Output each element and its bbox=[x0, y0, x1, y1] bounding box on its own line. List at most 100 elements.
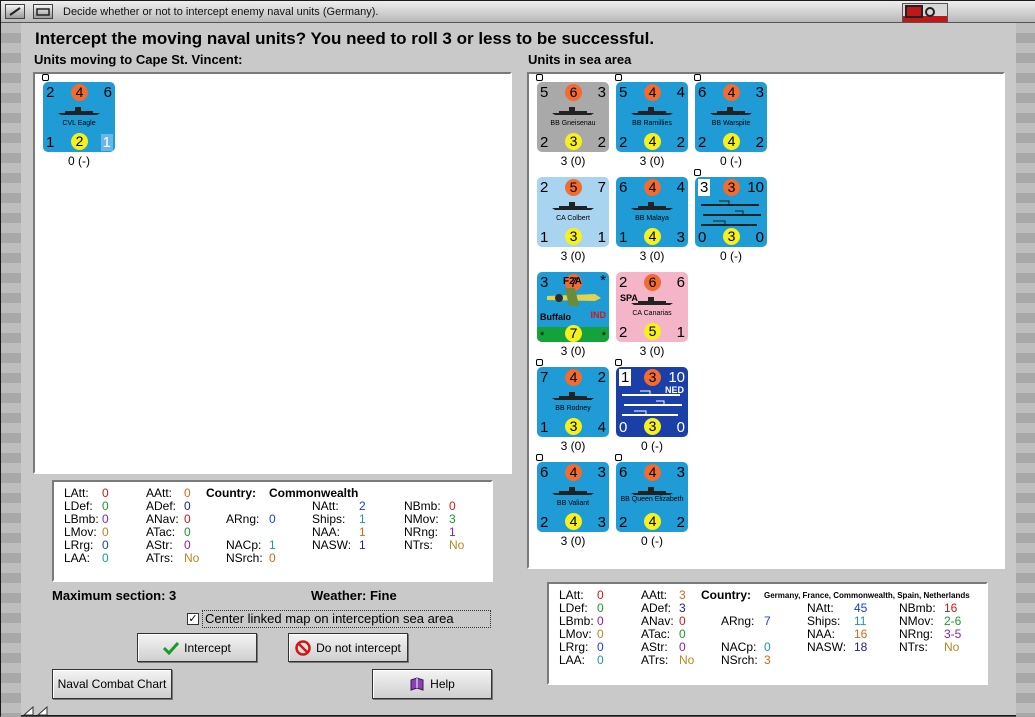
stat-value: 3 bbox=[679, 601, 686, 615]
stat-label: NBmb: bbox=[404, 499, 441, 513]
country-value: Germany, France, Commonwealth, Spain, Ne… bbox=[764, 591, 970, 600]
stat-value: 0 bbox=[597, 614, 604, 628]
stat-value: 0 bbox=[269, 551, 276, 565]
unit-counter[interactable]: 6 4 3 BB Queen Elizabeth 2 4 2 bbox=[615, 454, 688, 532]
scroll-left-icon[interactable] bbox=[23, 706, 34, 716]
stat-value: 0 bbox=[102, 499, 109, 513]
unit-counter[interactable]: 1 3 10 NED 0 3 0 bbox=[615, 359, 688, 437]
stat-value: 0 bbox=[269, 512, 276, 526]
stat-label: NRng: bbox=[404, 525, 439, 539]
ship-icon bbox=[710, 107, 752, 115]
naval-combat-chart-button[interactable]: Naval Combat Chart bbox=[52, 669, 172, 699]
plane-icon bbox=[547, 288, 601, 306]
flag-icon bbox=[536, 454, 543, 461]
stat-value: 0 bbox=[449, 499, 456, 513]
stat-value: No bbox=[679, 653, 695, 667]
unit-counter[interactable]: 6 4 4 BB Malaya 1 4 3 bbox=[616, 177, 688, 247]
window-title: Decide whether or not to intercept enemy… bbox=[63, 6, 379, 18]
stat-value: 0 bbox=[764, 640, 771, 654]
unit-count: 3 (0) bbox=[639, 249, 665, 263]
unit-count: 3 (0) bbox=[560, 154, 586, 168]
unit-counter[interactable]: 6 4 3 BB Valiant 2 4 3 bbox=[536, 454, 609, 532]
unit-counter[interactable]: 2 5 7 CA Colbert 1 3 1 bbox=[537, 177, 609, 247]
unit-counter[interactable]: 6 4 3 BB Warspite 2 4 2 bbox=[694, 74, 767, 152]
do-not-intercept-button[interactable]: Do not intercept bbox=[288, 633, 408, 662]
minimize-button[interactable] bbox=[5, 4, 25, 19]
stat-value: 0 bbox=[102, 525, 109, 539]
stat-value: 0 bbox=[597, 627, 604, 641]
stat-value: 1 bbox=[359, 525, 366, 539]
prompt-heading: Intercept the moving naval units? You ne… bbox=[35, 29, 655, 48]
flag-icon bbox=[615, 454, 622, 461]
enemy-stats-panel: LAtt: 0 LDef: 0 LBmb: 0 LMov: 0 LRrg: 0 LAA: 0 AAtt:… bbox=[547, 582, 988, 685]
arrow-icon bbox=[9, 7, 21, 16]
stat-label: NAtt: bbox=[807, 601, 834, 615]
center-map-checkbox[interactable]: ✓ bbox=[187, 613, 199, 625]
stat-value: 45 bbox=[854, 601, 868, 615]
stat-label: LAA: bbox=[559, 653, 586, 667]
stat-value: 0 bbox=[597, 653, 604, 667]
stat-value: 0 bbox=[102, 512, 109, 526]
unit-counter[interactable]: 2 6 6 SPA CA Canarias 2 5 1 bbox=[616, 272, 688, 342]
stat-label: LRrg: bbox=[559, 640, 589, 654]
dialog-window: Decide whether or not to intercept enemy… bbox=[0, 0, 1035, 717]
stat-value: 0 bbox=[184, 512, 191, 526]
flag-icon bbox=[536, 359, 543, 366]
flag-icon bbox=[536, 74, 543, 81]
stat-value: No bbox=[184, 551, 200, 565]
stat-label: ADef: bbox=[641, 601, 672, 615]
stat-value: 1 bbox=[359, 538, 366, 552]
stat-label: Ships: bbox=[807, 614, 841, 628]
fleet-icon bbox=[701, 200, 761, 226]
unit-count: 3 (0) bbox=[560, 534, 586, 548]
ship-icon bbox=[631, 107, 673, 115]
stat-label: NBmb: bbox=[899, 601, 936, 615]
help-button[interactable]: Help bbox=[372, 669, 492, 699]
stat-value: No bbox=[449, 538, 465, 552]
title-bar: Decide whether or not to intercept enemy… bbox=[1, 1, 1035, 23]
stat-label: LDef: bbox=[64, 499, 93, 513]
stat-label: NAtt: bbox=[312, 499, 339, 513]
center-map-label[interactable]: Center linked map on interception sea ar… bbox=[202, 610, 491, 628]
stat-label: NMov: bbox=[899, 614, 934, 628]
stat-value: 3 bbox=[679, 588, 686, 602]
unit-counter[interactable]: 5 6 3 BB Gneisenau 2 3 2 bbox=[536, 74, 609, 152]
stat-label: ATac: bbox=[146, 525, 176, 539]
unit-counter[interactable]: 2 4 6 CVL Eagle 1 2 1 bbox=[42, 74, 115, 152]
stat-label: ATrs: bbox=[641, 653, 669, 667]
right-frame bbox=[1016, 23, 1035, 717]
unit-count: 0 (-) bbox=[68, 154, 90, 168]
unit-counter[interactable]: 3 7 * F2A Buffalo IND * 7 * bbox=[537, 272, 609, 342]
stat-label: LBmb: bbox=[559, 614, 594, 628]
moving-units-label: Units moving to Cape St. Vincent: bbox=[34, 52, 243, 67]
stat-label: ARng: bbox=[721, 614, 755, 628]
restore-button[interactable] bbox=[33, 4, 53, 19]
scroll-right-icon[interactable] bbox=[37, 706, 48, 716]
stat-value: 0 bbox=[102, 538, 109, 552]
weather-label: Weather: Fine bbox=[311, 588, 397, 603]
unit-count: 3 (0) bbox=[560, 249, 586, 263]
window-icon bbox=[36, 8, 50, 16]
ship-icon bbox=[631, 297, 673, 305]
stat-label: NASW: bbox=[312, 538, 352, 552]
stat-value: 0 bbox=[184, 525, 191, 539]
unit-counter[interactable]: 3 3 10 0 3 0 bbox=[694, 169, 767, 247]
stat-label: NSrch: bbox=[226, 551, 263, 565]
stat-label: ANav: bbox=[146, 512, 179, 526]
unit-counter[interactable]: 5 4 4 BB Ramillies 2 4 2 bbox=[615, 74, 688, 152]
unit-count: 0 (-) bbox=[720, 154, 742, 168]
stat-value: 0 bbox=[597, 640, 604, 654]
ship-icon bbox=[552, 107, 594, 115]
unit-count: 3 (0) bbox=[560, 344, 586, 358]
stat-label: NRng: bbox=[899, 627, 934, 641]
unit-counter[interactable]: 7 4 2 BB Rodney 1 3 4 bbox=[536, 359, 609, 437]
checkmark-icon bbox=[163, 641, 180, 655]
stat-value: 2-6 bbox=[944, 614, 962, 628]
unit-count: 0 (-) bbox=[720, 249, 742, 263]
stat-label: NACp: bbox=[226, 538, 262, 552]
ship-icon bbox=[631, 487, 673, 495]
stat-value: 0 bbox=[597, 588, 604, 602]
stat-label: ATac: bbox=[641, 627, 671, 641]
stat-label: ATrs: bbox=[146, 551, 174, 565]
intercept-button[interactable]: Intercept bbox=[137, 633, 257, 662]
